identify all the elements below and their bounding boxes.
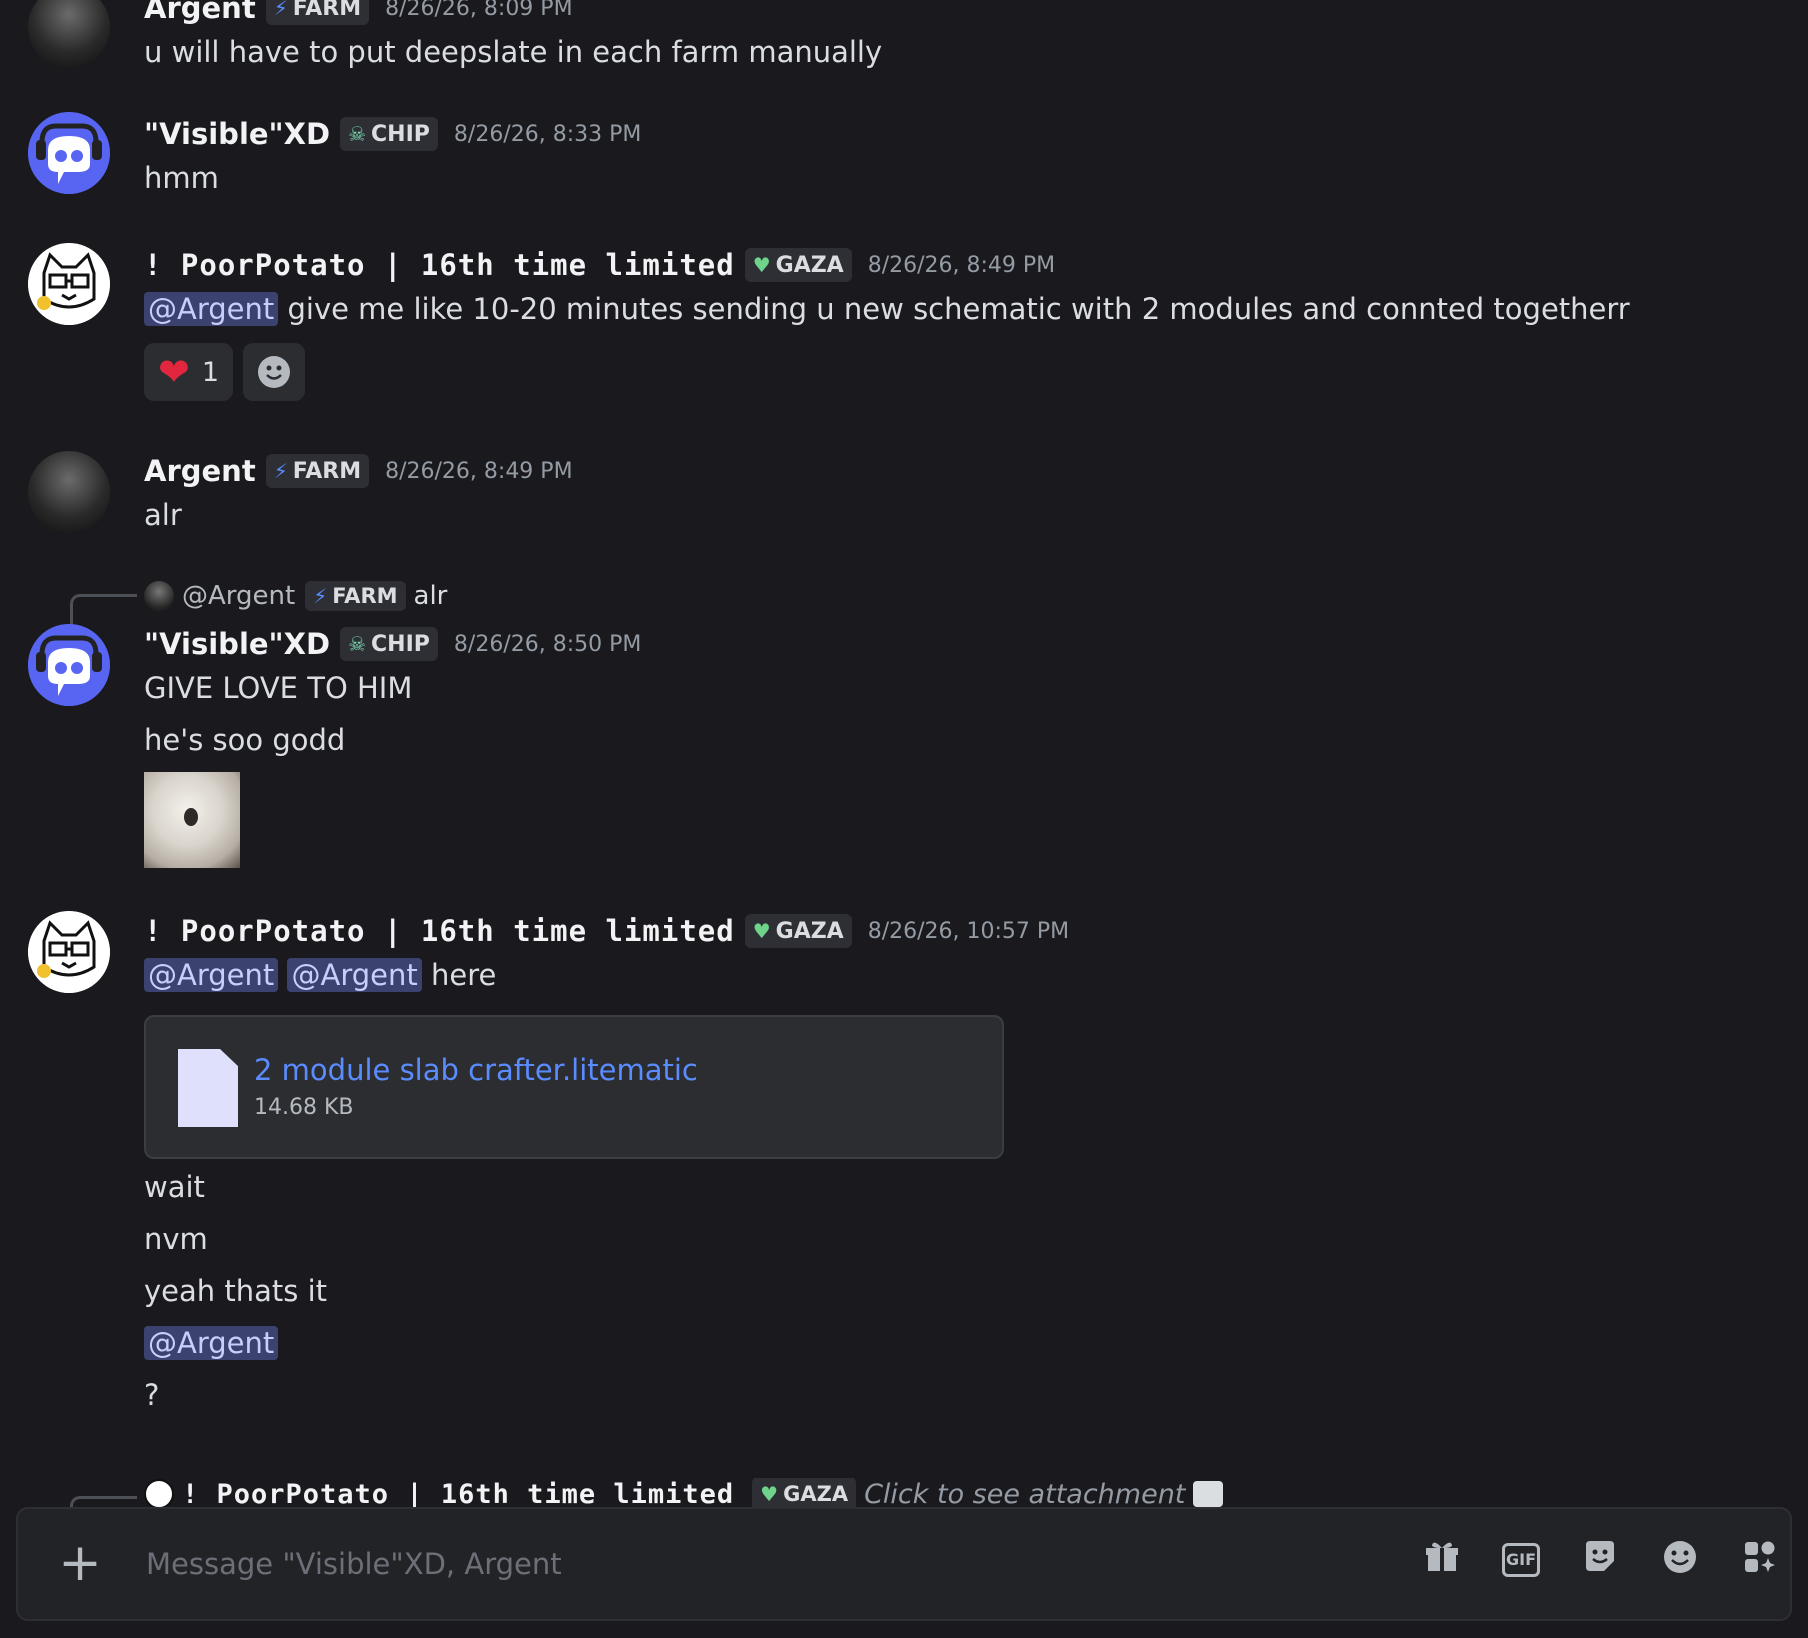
username[interactable]: ! PoorPotato | 16th time limited: [144, 914, 735, 948]
avatar[interactable]: [28, 112, 110, 194]
message-text: wait: [144, 1170, 205, 1204]
file-attachment[interactable]: 2 module slab crafter.litematic 14.68 KB: [144, 1015, 1004, 1159]
message-text: hmm: [144, 161, 219, 195]
green-heart-icon: ♥: [752, 253, 771, 277]
timestamp: 8/26/26, 8:09 PM: [385, 0, 573, 21]
reply-author[interactable]: @Argent: [182, 581, 295, 611]
role-tag[interactable]: ♥ GAZA: [744, 914, 852, 948]
gift-icon[interactable]: [1422, 1539, 1462, 1579]
gif-icon[interactable]: GIF: [1502, 1543, 1540, 1577]
discord-bot-icon: [28, 112, 110, 194]
bolt-icon: ⚡: [273, 0, 288, 20]
message-text: ?: [144, 1378, 160, 1412]
message-text: nvm: [144, 1222, 208, 1256]
user-mention[interactable]: @Argent: [144, 958, 279, 992]
role-tag[interactable]: ☠ CHIP: [340, 627, 438, 661]
chat-messages: Argent ⚡ FARM 8/26/26, 8:09 PM u will hav…: [0, 0, 1808, 1638]
message-input[interactable]: Message "Visible"XD, Argent: [146, 1547, 562, 1581]
reply-avatar: [144, 581, 174, 611]
green-heart-icon: ♥: [760, 1482, 779, 1506]
role-tag[interactable]: ⚡ FARM: [265, 0, 370, 25]
tag-label: FARM: [292, 458, 362, 484]
message-text: @Argent @Argent here: [144, 953, 1768, 997]
role-tag[interactable]: ♥ GAZA: [744, 248, 852, 282]
discord-bot-icon: [28, 624, 110, 706]
message-text: @Argent give me like 10-20 minutes sendi…: [144, 287, 1768, 331]
cat-avatar-icon: [28, 243, 110, 325]
tag-label: FARM: [292, 0, 362, 21]
avatar[interactable]: [28, 243, 110, 325]
reply-text: alr: [413, 581, 448, 611]
skull-icon: ☠: [348, 122, 367, 146]
file-icon: [178, 1049, 238, 1127]
bolt-icon: ⚡: [273, 459, 288, 483]
username[interactable]: Argent: [144, 0, 256, 25]
message-body: give me like 10-20 minutes sending u new…: [287, 292, 1630, 326]
avatar[interactable]: [28, 911, 110, 993]
role-tag: ⚡ FARM: [305, 581, 406, 611]
username[interactable]: "Visible"XD: [144, 627, 330, 661]
message-composer: + Message "Visible"XD, Argent GIF: [16, 1507, 1792, 1621]
reaction-heart[interactable]: ❤ 1: [144, 343, 234, 401]
role-tag: ♥ GAZA: [752, 1478, 857, 1510]
timestamp: 8/26/26, 8:49 PM: [867, 252, 1056, 278]
avatar[interactable]: [28, 451, 110, 533]
reaction-count: 1: [201, 356, 220, 388]
tag-label: GAZA: [775, 252, 844, 278]
sticker-icon[interactable]: [1580, 1539, 1620, 1579]
message-text: GIVE LOVE TO HIM: [144, 671, 413, 705]
skull-icon: ☠: [348, 632, 367, 656]
emoji-icon[interactable]: [1660, 1539, 1700, 1579]
emoji-icon: [258, 356, 291, 388]
add-reaction-button[interactable]: [243, 343, 306, 401]
username[interactable]: ! PoorPotato | 16th time limited: [144, 248, 735, 282]
username[interactable]: "Visible"XD: [144, 117, 330, 151]
composer-tools: GIF: [1422, 1539, 1780, 1579]
user-mention[interactable]: @Argent: [144, 1326, 279, 1360]
reply-preview[interactable]: @Argent ⚡ FARM alr: [144, 578, 447, 614]
message-text: he's soo godd: [144, 723, 346, 757]
user-mention[interactable]: @Argent: [287, 958, 422, 992]
message-text: alr: [144, 498, 182, 532]
plus-icon[interactable]: +: [50, 1533, 110, 1593]
bolt-icon: ⚡: [313, 584, 328, 608]
user-mention[interactable]: @Argent: [144, 292, 279, 326]
cat-avatar-icon: [28, 911, 110, 993]
avatar[interactable]: [28, 0, 110, 68]
timestamp: 8/26/26, 8:33 PM: [453, 121, 642, 147]
tag-label: GAZA: [775, 918, 844, 944]
role-tag[interactable]: ⚡ FARM: [265, 454, 370, 488]
reply-author[interactable]: ! PoorPotato | 16th time limited: [182, 1479, 734, 1510]
tag-label: FARM: [332, 584, 398, 608]
file-name-link[interactable]: 2 module slab crafter.litematic: [254, 1053, 698, 1087]
timestamp: 8/26/26, 8:50 PM: [453, 631, 642, 657]
message-body: here: [430, 958, 497, 992]
role-tag[interactable]: ☠ CHIP: [340, 117, 438, 151]
message-text: u will have to put deepslate in each far…: [144, 35, 883, 69]
reply-spine: [70, 594, 137, 627]
tag-label: GAZA: [783, 1482, 849, 1506]
reply-preview[interactable]: ! PoorPotato | 16th time limited ♥ GAZA C…: [144, 1478, 1224, 1510]
green-heart-icon: ♥: [752, 919, 771, 943]
reactions: ❤ 1: [144, 343, 1768, 401]
avatar[interactable]: [28, 624, 110, 706]
image-icon: [1193, 1481, 1224, 1507]
tag-label: CHIP: [371, 121, 430, 147]
apps-icon[interactable]: [1740, 1539, 1780, 1579]
timestamp: 8/26/26, 10:57 PM: [867, 918, 1070, 944]
username[interactable]: Argent: [144, 454, 256, 488]
reply-avatar: [144, 1479, 174, 1509]
tag-label: CHIP: [371, 631, 430, 657]
message-text: yeah thats it: [144, 1274, 328, 1308]
message-text: @Argent: [144, 1321, 1768, 1365]
reply-text: Click to see attachment: [864, 1478, 1186, 1510]
red-heart-icon: ❤: [158, 350, 190, 394]
timestamp: 8/26/26, 8:49 PM: [385, 458, 573, 484]
image-attachment[interactable]: [144, 772, 240, 868]
file-size: 14.68 KB: [254, 1095, 354, 1120]
